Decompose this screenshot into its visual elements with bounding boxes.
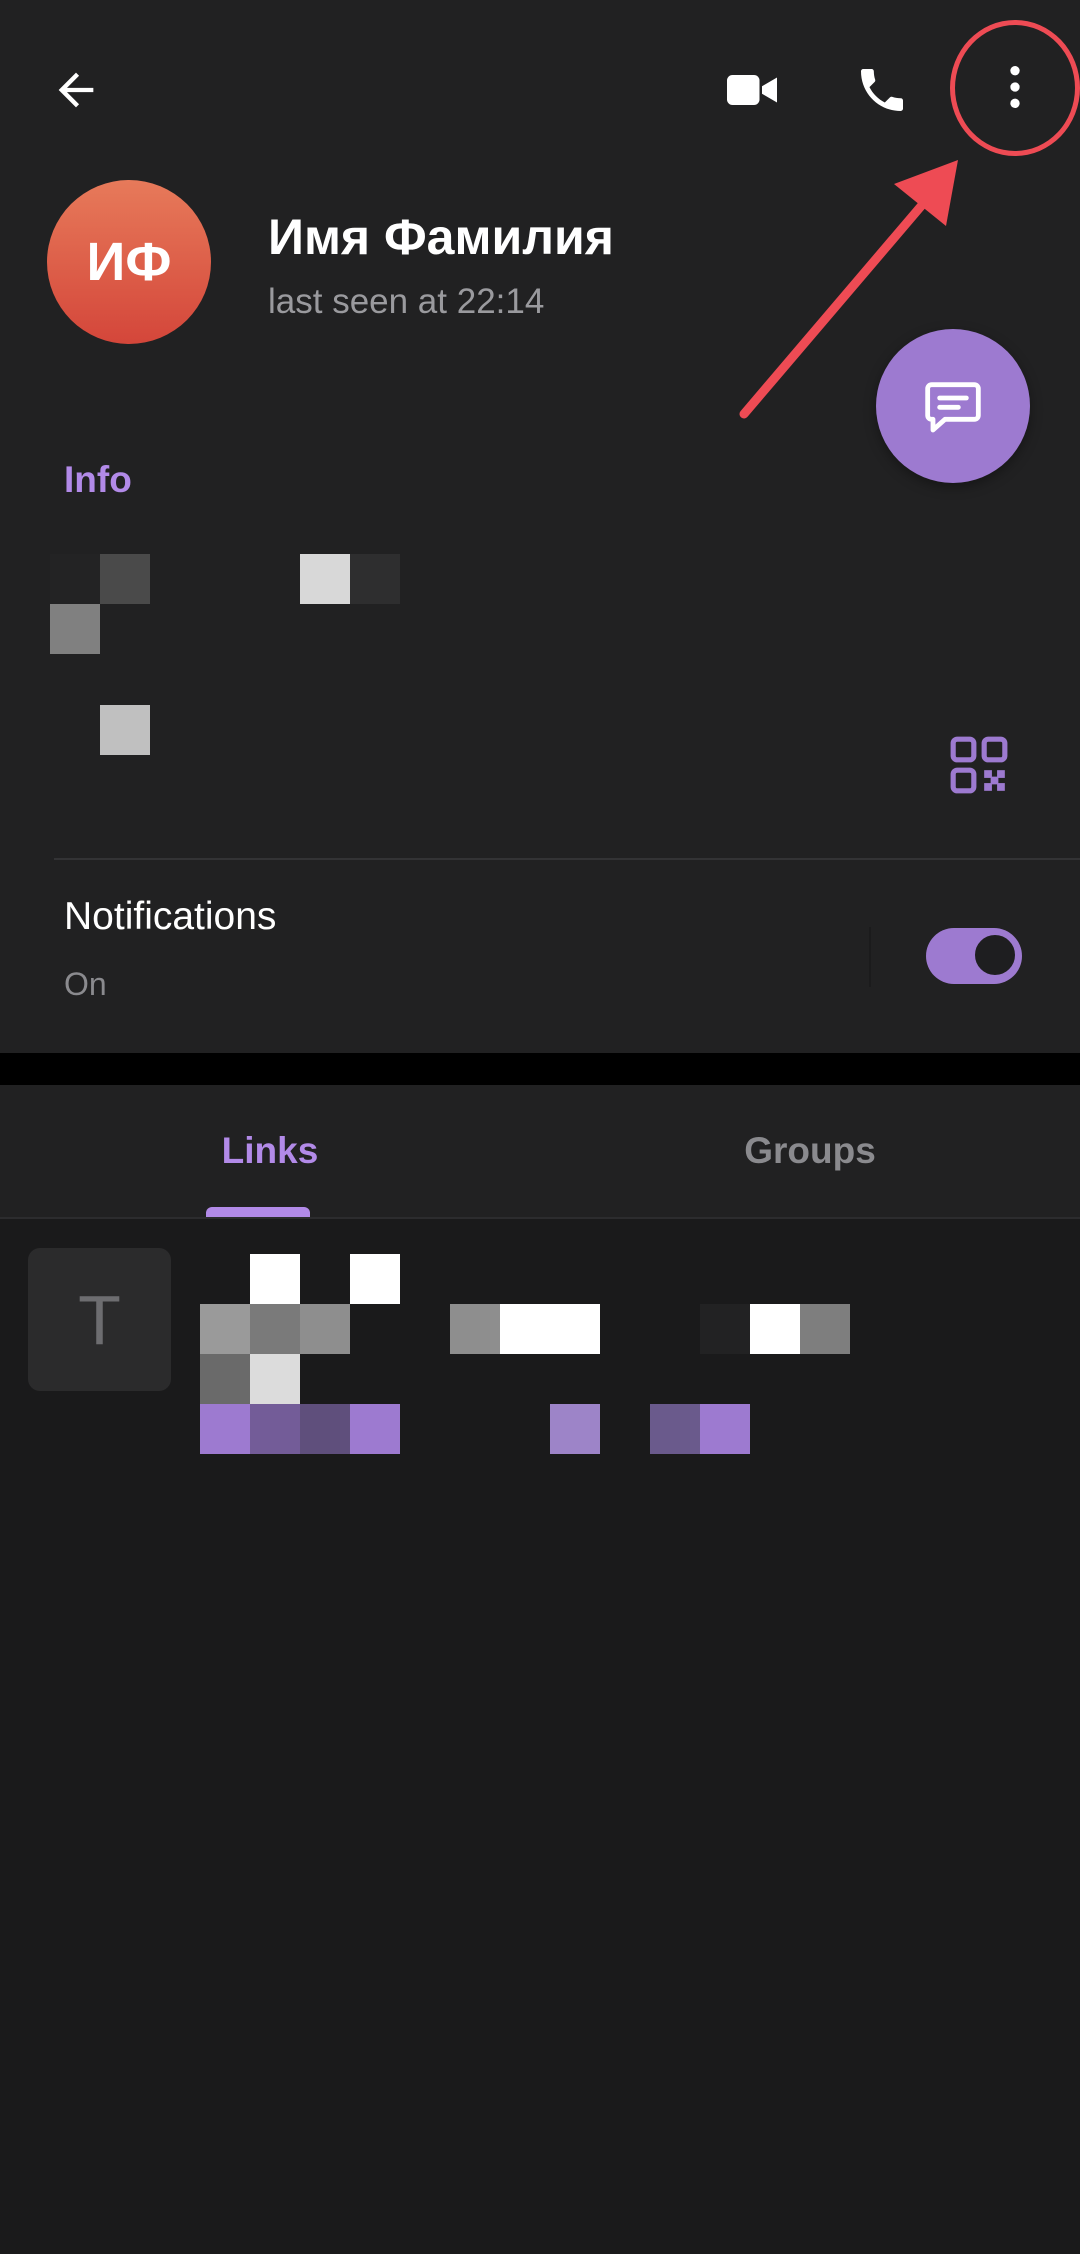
annotation-arrow <box>739 160 958 419</box>
